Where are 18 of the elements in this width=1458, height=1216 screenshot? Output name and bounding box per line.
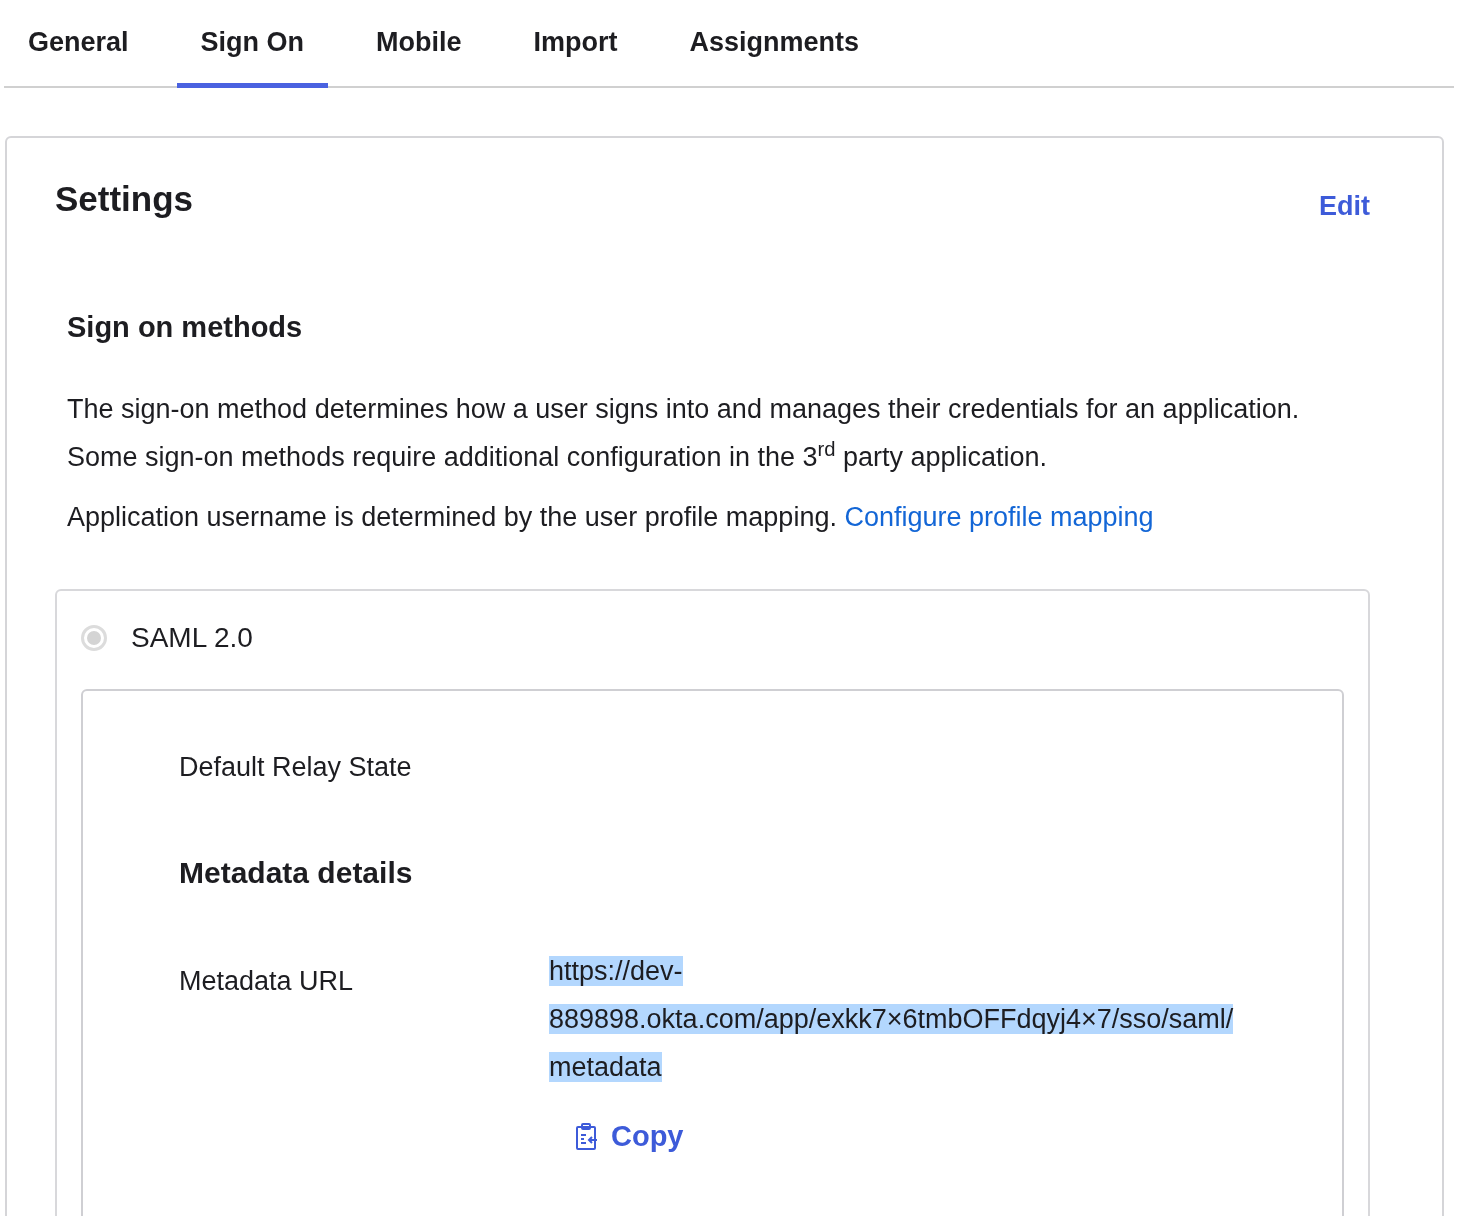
field-label: Metadata URL xyxy=(179,965,355,999)
edit-link[interactable]: Edit xyxy=(1319,185,1370,226)
tab[interactable]: General xyxy=(4,0,153,88)
tab[interactable]: Import xyxy=(509,0,642,88)
settings-title: Settings xyxy=(55,177,194,220)
clipboard-icon xyxy=(575,1123,599,1152)
configure-mapping-link[interactable]: Configure profile mapping xyxy=(844,501,1154,532)
tab[interactable]: Assignments xyxy=(665,0,884,88)
section-title: Sign on methods xyxy=(67,310,304,345)
metadata-url: https://dev-889898.okta.com/app/exkk7×6tmbOFFdqyj4×7/sso/saml/metadata xyxy=(549,955,1235,1085)
mapping-text: Application username is determined by the user profile mapping. xyxy=(67,501,837,532)
field-label: Default Relay State xyxy=(179,750,413,784)
copy-button[interactable]: Copy xyxy=(575,1115,684,1159)
metadata-title: Metadata details xyxy=(179,855,414,892)
tab[interactable]: Mobile xyxy=(352,0,486,88)
tab[interactable]: Sign On xyxy=(176,0,329,88)
method-label: SAML 2.0 xyxy=(131,620,253,655)
description-text: The sign-on method determines how a user signs into and manages their credentials for an application. Some sign-on methods require additional configuration in the 3$^{rd}$ party application. xyxy=(67,392,1301,474)
